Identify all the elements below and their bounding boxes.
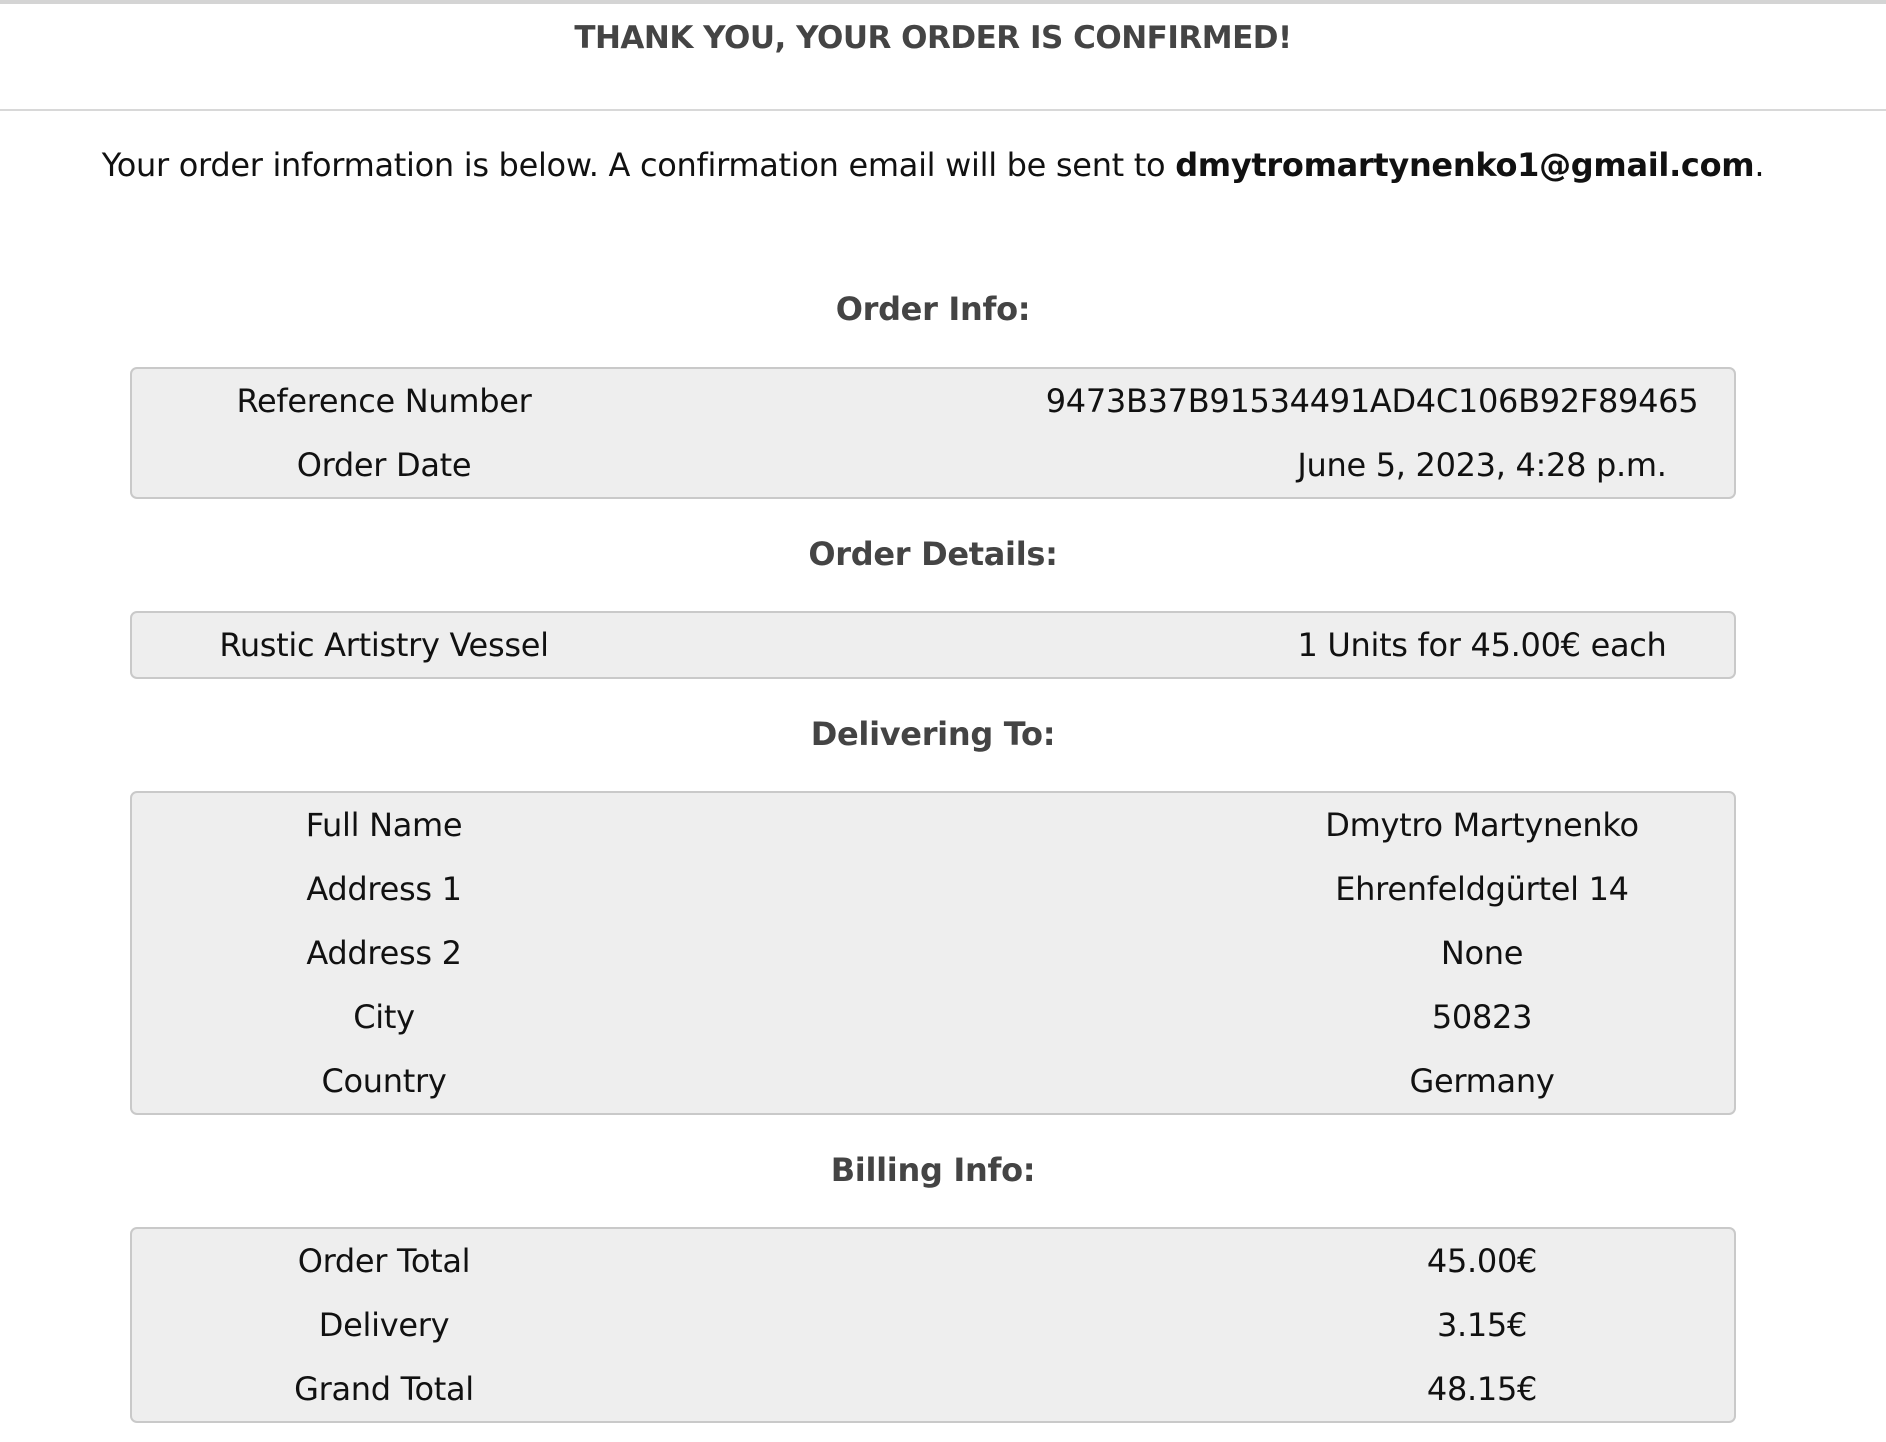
order-total-row: Order Total 45.00€ — [132, 1229, 1734, 1293]
order-confirmation-page: THANK YOU, YOUR ORDER IS CONFIRMED! Your… — [0, 0, 1886, 1442]
page-title: THANK YOU, YOUR ORDER IS CONFIRMED! — [574, 20, 1292, 56]
reference-number-value: 9473B37B91534491AD4C106B92F89465 — [1045, 382, 1699, 420]
country-label: Country — [321, 1062, 447, 1100]
reference-number-row: Reference Number 9473B37B91534491AD4C106… — [132, 369, 1734, 433]
reference-number-label: Reference Number — [236, 382, 532, 420]
confirmation-period: . — [1754, 146, 1765, 184]
confirmation-message: Your order information is below. A confi… — [0, 146, 1866, 184]
billing-info-title: Billing Info: — [830, 1151, 1036, 1189]
grand-total-value: 48.15€ — [1426, 1370, 1538, 1408]
city-label: City — [353, 998, 415, 1036]
address-2-value: None — [1440, 934, 1524, 972]
delivery-label: Delivery — [318, 1306, 450, 1344]
delivering-to-panel: Full Name Dmytro Martynenko Address 1 Eh… — [130, 791, 1736, 1115]
delivery-row: Delivery 3.15€ — [132, 1293, 1734, 1357]
order-details-panel: Rustic Artistry Vessel 1 Units for 45.00… — [130, 611, 1736, 679]
grand-total-label: Grand Total — [294, 1370, 474, 1408]
city-row: City 50823 — [132, 985, 1734, 1049]
address-2-row: Address 2 None — [132, 921, 1734, 985]
address-1-row: Address 1 Ehrenfeldgürtel 14 — [132, 857, 1734, 921]
order-date-row: Order Date June 5, 2023, 4:28 p.m. — [132, 433, 1734, 497]
order-total-label: Order Total — [297, 1242, 471, 1280]
page-header: THANK YOU, YOUR ORDER IS CONFIRMED! — [0, 4, 1886, 111]
full-name-value: Dmytro Martynenko — [1325, 806, 1639, 844]
grand-total-row: Grand Total 48.15€ — [132, 1357, 1734, 1421]
city-value: 50823 — [1431, 998, 1533, 1036]
order-date-label: Order Date — [296, 446, 472, 484]
country-value: Germany — [1409, 1062, 1555, 1100]
confirmation-text: Your order information is below. A confi… — [101, 146, 1176, 184]
full-name-label: Full Name — [305, 806, 463, 844]
order-total-value: 45.00€ — [1426, 1242, 1538, 1280]
delivery-value: 3.15€ — [1436, 1306, 1528, 1344]
full-name-row: Full Name Dmytro Martynenko — [132, 793, 1734, 857]
billing-info-panel: Order Total 45.00€ Delivery 3.15€ Grand … — [130, 1227, 1736, 1423]
address-1-label: Address 1 — [306, 870, 462, 908]
order-info-panel: Reference Number 9473B37B91534491AD4C106… — [130, 367, 1736, 499]
order-date-value: June 5, 2023, 4:28 p.m. — [1297, 446, 1667, 484]
delivering-to-title: Delivering To: — [810, 715, 1056, 753]
order-item-row: Rustic Artistry Vessel 1 Units for 45.00… — [132, 613, 1734, 677]
address-2-label: Address 2 — [306, 934, 462, 972]
country-row: Country Germany — [132, 1049, 1734, 1113]
address-1-value: Ehrenfeldgürtel 14 — [1335, 870, 1629, 908]
order-item-quantity: 1 Units for 45.00€ each — [1297, 626, 1667, 664]
order-details-title: Order Details: — [808, 535, 1058, 573]
confirmation-email: dmytromartynenko1@gmail.com — [1175, 146, 1755, 184]
order-item-name: Rustic Artistry Vessel — [219, 626, 549, 664]
order-info-title: Order Info: — [835, 290, 1031, 328]
